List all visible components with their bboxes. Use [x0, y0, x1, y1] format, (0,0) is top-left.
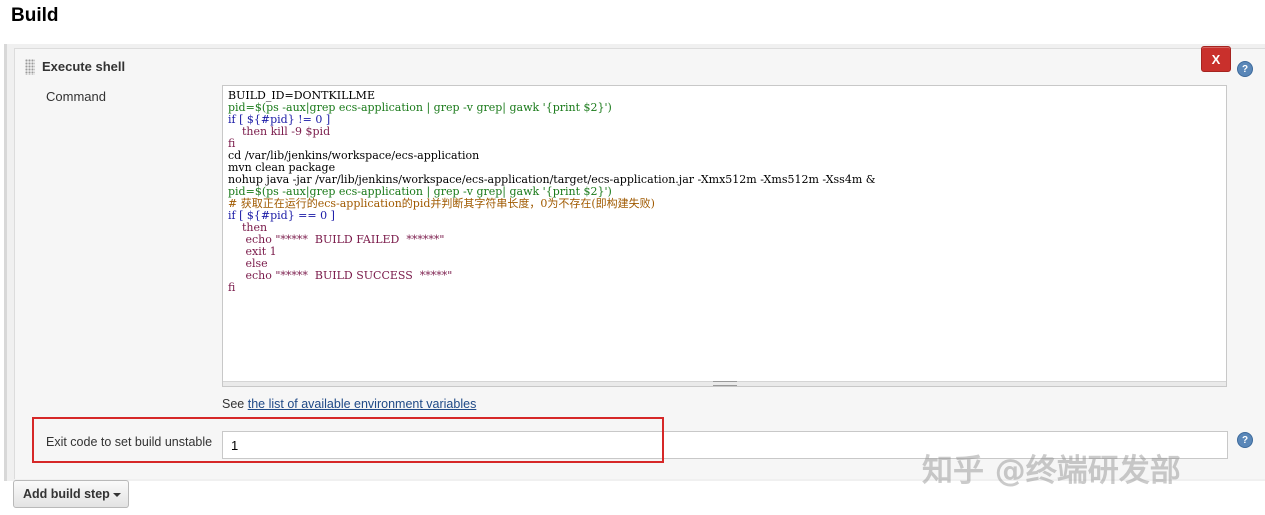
- help-icon[interactable]: ?: [1237, 432, 1253, 448]
- help-icon[interactable]: ?: [1237, 61, 1253, 77]
- env-vars-hint: See the list of available environment va…: [222, 397, 476, 411]
- command-editor[interactable]: BUILD_ID=DONTKILLME pid=$(ps -aux|grep e…: [222, 85, 1227, 387]
- drag-handle-icon[interactable]: [25, 59, 35, 75]
- highlight-annotation: [32, 417, 664, 463]
- env-vars-prefix: See: [222, 397, 248, 411]
- section-title: Build: [11, 5, 59, 26]
- code-line: echo "***** BUILD SUCCESS *****": [228, 269, 453, 282]
- step-title: Execute shell: [42, 59, 126, 74]
- command-code[interactable]: BUILD_ID=DONTKILLME pid=$(ps -aux|grep e…: [228, 90, 876, 294]
- resize-grip-icon[interactable]: [713, 381, 737, 386]
- code-line: fi: [228, 281, 236, 294]
- command-label: Command: [46, 89, 106, 104]
- chevron-down-icon: [113, 493, 121, 497]
- delete-step-button[interactable]: X: [1201, 46, 1231, 72]
- editor-resize-handle[interactable]: [223, 381, 1226, 386]
- add-build-step-button[interactable]: Add build step: [13, 480, 129, 508]
- watermark: 知乎 @终端研发部: [922, 453, 1181, 489]
- code-line: then kill -9 $pid: [228, 125, 331, 138]
- add-build-step-label: Add build step: [23, 487, 110, 501]
- env-vars-link[interactable]: the list of available environment variab…: [248, 397, 477, 411]
